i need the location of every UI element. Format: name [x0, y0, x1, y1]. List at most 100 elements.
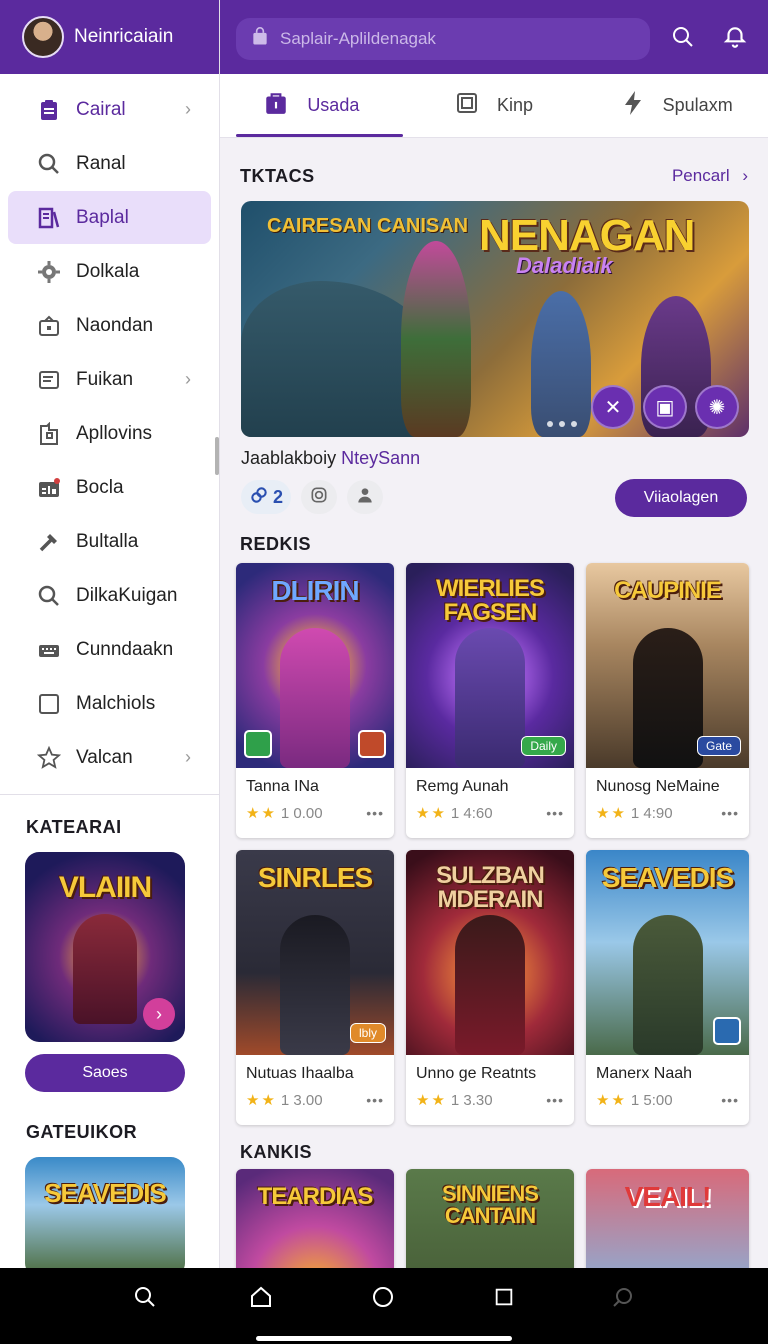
game-card-art-title: TEARDIAS	[257, 1183, 374, 1210]
game-badge: Daily	[521, 736, 566, 756]
avatar[interactable]	[22, 16, 64, 58]
link-chip[interactable]: 2	[241, 480, 292, 514]
game-card-info: Unno ge Reatnts ★★ 1 3.30 •••	[406, 1055, 574, 1125]
game-card-art-title: DLIRIN	[271, 575, 359, 606]
more-icon[interactable]: •••	[366, 1092, 384, 1108]
game-title: Nutuas Ihaalba	[246, 1065, 354, 1082]
sidebar-item-0[interactable]: Cairal ›	[8, 83, 211, 136]
gear-icon	[36, 259, 62, 285]
game-card[interactable]: CAUPINIE Gate Nunosg NeMaine ★★ 1 4:90 •…	[586, 563, 749, 838]
carousel-dots[interactable]	[547, 421, 577, 427]
star-rating-icon: ★★	[416, 805, 447, 822]
instagram-chip[interactable]	[301, 480, 338, 514]
search-icon[interactable]	[668, 22, 698, 52]
sidebar-item-8[interactable]: Bultalla	[8, 515, 211, 568]
sidebar-item-4[interactable]: Naondan	[8, 299, 211, 352]
chevron-right-icon: ›	[185, 99, 191, 119]
game-card-character	[632, 915, 703, 1055]
sidebar-item-label: Ranal	[76, 152, 126, 174]
top-bar	[220, 0, 768, 74]
game-grid-row-2: SINRLES lbly Nutuas Ihaalba ★★ 1 3.00 ••…	[236, 850, 750, 1125]
tab-0[interactable]: Usada	[220, 74, 403, 137]
clipboard-icon	[36, 97, 62, 123]
tab-label: Spulaxm	[662, 95, 733, 115]
primary-action-button[interactable]: Viiaolagen	[615, 479, 747, 517]
game-card[interactable]: SINNIENS CANTAIN	[406, 1169, 574, 1268]
more-icon[interactable]: •••	[546, 1092, 564, 1108]
game-meta: ★★ 1 3.00 •••	[246, 1091, 384, 1110]
section-title: TKTACS	[240, 166, 315, 186]
game-card[interactable]: DLIRIN Tanna INa ★★ 1 0.00 •••	[236, 563, 394, 838]
more-icon[interactable]: •••	[546, 805, 564, 821]
game-card[interactable]: WIERLIES FAGSEN Daily Remg Aunah ★★ 1 4:…	[406, 563, 574, 838]
sidebar-item-6[interactable]: Apllovins	[8, 407, 211, 460]
sidebar-item-label: Malchiols	[76, 692, 156, 714]
see-all-link[interactable]: Pencarl ›	[672, 166, 748, 186]
notification-icon[interactable]	[720, 22, 750, 52]
game-card[interactable]: VEAIL!	[586, 1169, 749, 1268]
star-rating-icon: ★★	[596, 1092, 627, 1109]
sidebar-item-label: Dolkala	[76, 260, 140, 282]
sidebar-header: Neinricaiain	[0, 0, 219, 74]
game-card-art-title: SEAVEDIS	[601, 862, 735, 893]
game-title: Nunosg NeMaine	[596, 778, 720, 795]
game-card-art-title: SULZBAN MDERAIN	[436, 862, 545, 913]
game-card[interactable]: SULZBAN MDERAIN Unno ge Reatnts ★★ 1 3.3…	[406, 850, 574, 1125]
home-icon[interactable]	[246, 1282, 276, 1312]
circle-home-icon[interactable]	[368, 1282, 398, 1312]
main-content: TKTACS Pencarl › CAIRESAN CANISAN NENAGA…	[220, 138, 768, 1268]
game-card-art: CAUPINIE Gate	[586, 563, 749, 768]
game-card-info: Remg Aunah ★★ 1 4:60 •••	[406, 768, 574, 838]
game-card[interactable]: TEARDIAS	[236, 1169, 394, 1268]
sidebar-item-label: DilkaKuigan	[76, 584, 178, 606]
sidebar-item-11[interactable]: Malchiols	[8, 677, 211, 730]
sidebar-promo-card[interactable]: VLAIIN ›	[25, 852, 185, 1042]
social-chips: 2	[241, 480, 384, 514]
badge-icon[interactable]: ✺	[695, 385, 739, 429]
sidebar-item-10[interactable]: Cunndaakn	[8, 623, 211, 676]
sidebar-item-5[interactable]: Fuikan ›	[8, 353, 211, 406]
more-icon[interactable]: •••	[721, 1092, 739, 1108]
sidebar-item-3[interactable]: Dolkala	[8, 245, 211, 298]
gesture-home-bar[interactable]	[256, 1336, 512, 1341]
game-card-art-title: SINNIENS CANTAIN	[442, 1181, 539, 1228]
promo-card-character	[73, 914, 137, 1024]
sidebar-item-12[interactable]: Valcan ›	[8, 731, 211, 784]
keyboard-icon	[36, 637, 62, 663]
chevron-right-icon[interactable]: ›	[143, 998, 175, 1030]
sidebar-item-9[interactable]: DilkaKuigan	[8, 569, 211, 622]
hero-character-main	[401, 241, 471, 437]
square-icon	[36, 691, 62, 717]
section-title: REDKIS	[240, 534, 312, 554]
sidebar-scrollbar[interactable]	[215, 437, 219, 475]
featured-highlight[interactable]: NteySann	[341, 448, 420, 468]
sidebar-promo-button[interactable]: Saoes	[25, 1054, 185, 1092]
recents-icon[interactable]	[489, 1282, 519, 1312]
tab-2[interactable]: Spulaxm	[585, 74, 768, 137]
game-meta: ★★ 1 5:00 •••	[596, 1091, 739, 1110]
app-root: Neinricaiain Cairal › Ranal Baplal Dolka…	[0, 0, 768, 1344]
search-icon[interactable]	[130, 1282, 160, 1312]
sidebar-item-1[interactable]: Ranal	[8, 137, 211, 190]
sidebar-item-2[interactable]: Baplal	[8, 191, 211, 244]
search-input[interactable]	[280, 29, 620, 49]
search-bar[interactable]	[236, 18, 650, 60]
tab-1[interactable]: Kinp	[403, 74, 586, 137]
screen-icon[interactable]: ▣	[643, 385, 687, 429]
game-card[interactable]: SINRLES lbly Nutuas Ihaalba ★★ 1 3.00 ••…	[236, 850, 394, 1125]
game-card-art-title: SINRLES	[257, 862, 373, 893]
game-title: Unno ge Reatnts	[416, 1065, 537, 1082]
star-icon	[36, 745, 62, 771]
hero-banner[interactable]: CAIRESAN CANISAN NENAGAN Daladiaik ✕ ▣ ✺	[241, 201, 749, 437]
assistant-icon[interactable]	[608, 1282, 638, 1312]
sidebar-promo-card[interactable]: SEAVEDIS	[25, 1157, 185, 1268]
share-icon[interactable]: ✕	[591, 385, 635, 429]
more-icon[interactable]: •••	[366, 805, 384, 821]
game-card-character	[455, 628, 525, 768]
user-chip[interactable]	[347, 480, 384, 514]
sidebar-item-7[interactable]: Bocla	[8, 461, 211, 514]
game-card[interactable]: SEAVEDIS Manerx Naah ★★ 1 5:00 •••	[586, 850, 749, 1125]
game-card-info: Tanna INa ★★ 1 0.00 •••	[236, 768, 394, 838]
more-icon[interactable]: •••	[721, 805, 739, 821]
game-rating: 1 4:60	[450, 804, 493, 822]
